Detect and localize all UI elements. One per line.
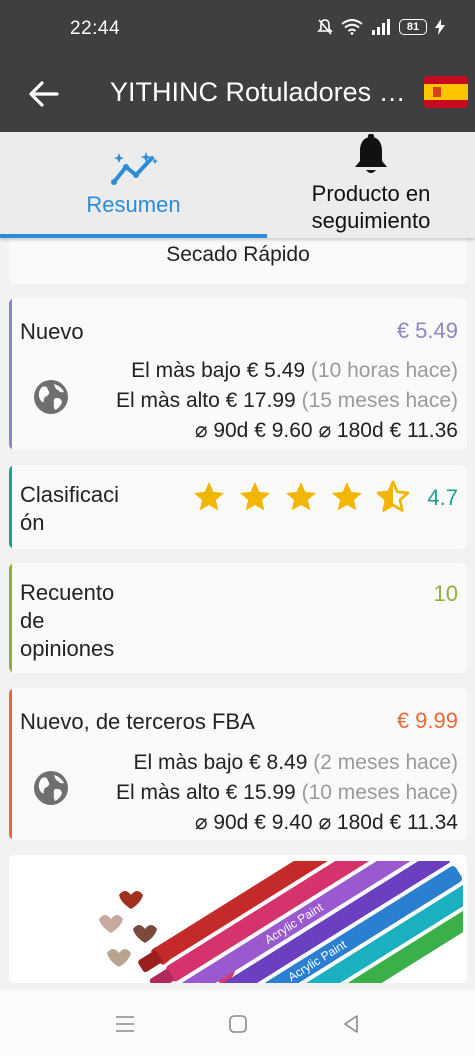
accent-bar [9,563,12,673]
back-button[interactable] [24,74,64,114]
star-half-icon [376,480,410,512]
price-type-label: Nuevo, de terceros FBA [20,709,255,734]
highest-when: (10 meses hace) [301,781,458,804]
avg90-label: ⌀ 90d [194,419,249,442]
tab-summary-label: Resumen [86,192,181,217]
tab-tracked-label: Producto en seguimiento [311,181,431,233]
price-stats: El màs bajo € 8.49 (2 meses hace) El màs… [116,748,458,838]
highest-price-row: El màs alto € 15.99 (10 meses hace) [116,778,458,808]
signal-icon [372,19,390,35]
average-price-row: ⌀ 90d € 9.40 ⌀ 180d € 11.34 [116,808,458,838]
lowest-label: El màs bajo [133,751,244,774]
system-nav-bar [0,990,475,1056]
avg180-value: € 11.36 [389,419,458,442]
review-count-label: Recuento de opiniones [20,580,115,661]
product-image-card[interactable]: Acrylic Paint Acrylic Paint [9,855,467,983]
lowest-when: (10 horas hace) [310,359,458,382]
globe-icon[interactable] [33,379,69,415]
tab-indicator [0,234,267,238]
star-icon [194,482,224,511]
lowest-label: El màs bajo [131,359,241,382]
avg90-label: ⌀ 90d [194,811,249,834]
avg180-label: ⌀ 180d [318,811,384,834]
lowest-price-row: El màs bajo € 5.49 (10 horas hace) [116,356,458,386]
accent-bar [9,465,12,549]
product-image[interactable]: Acrylic Paint Acrylic Paint [15,861,463,983]
current-price: € 5.49 [396,318,458,343]
review-count-value: 10 [433,581,458,606]
tab-bar: Resumen Producto en seguimiento [0,132,475,238]
price-stats: El màs bajo € 5.49 (10 horas hace) El mà… [116,356,458,446]
price-card-new[interactable]: Nuevo € 5.49 El màs bajo € 5.49 (10 hora… [9,298,467,450]
accent-bar [9,298,12,450]
tab-summary[interactable]: Resumen [0,132,267,238]
avg180-value: € 11.34 [389,811,458,834]
wifi-icon [341,19,363,35]
avg90-value: € 9.40 [254,811,313,834]
price-type-label: Nuevo [20,319,84,344]
app-bar: YITHINC Rotuladores d… [0,58,475,132]
menu-icon[interactable] [113,1012,137,1036]
lowest-price-row: El màs bajo € 8.49 (2 meses hace) [116,748,458,778]
status-bar: 22:44 81 [0,0,475,58]
lowest-value: € 8.49 [249,751,308,774]
lowest-when: (2 meses hace) [313,751,458,774]
arrow-left-icon [29,81,59,107]
avg90-value: € 9.60 [254,419,313,442]
feature-text: Secado Rápido [166,243,310,266]
globe-icon[interactable] [33,770,69,806]
mute-icon [317,19,333,35]
rating-label: Clasificaci ón [20,482,120,535]
spain-flag-icon[interactable] [424,76,468,108]
rating-stars [191,479,411,515]
highest-value: € 15.99 [225,781,296,804]
rating-value: 4.7 [427,485,458,510]
star-icon [286,482,316,511]
star-icon [240,482,270,511]
rating-card[interactable]: Clasificaci ón 4.7 [9,465,467,549]
back-nav-icon[interactable] [339,1012,363,1036]
price-card-fba[interactable]: Nuevo, de terceros FBA € 9.99 El màs baj… [9,688,467,840]
star-icon [332,482,362,511]
charging-icon [435,19,445,35]
highest-label: El màs alto [115,389,220,412]
highest-label: El màs alto [115,781,220,804]
highest-price-row: El màs alto € 17.99 (15 meses hace) [116,386,458,416]
status-time: 22:44 [70,18,121,39]
bell-icon [355,134,387,173]
review-count-card[interactable]: Recuento de opiniones 10 [9,563,467,673]
battery-icon: 81 [399,19,427,35]
product-title: YITHINC Rotuladores d… [110,77,410,107]
accent-bar [9,688,12,840]
home-icon[interactable] [226,1012,250,1036]
highest-when: (15 meses hace) [301,389,458,412]
status-icons: 81 [317,18,445,36]
avg180-label: ⌀ 180d [318,419,384,442]
tab-tracked-product[interactable]: Producto en seguimiento [267,132,475,238]
average-price-row: ⌀ 90d € 9.60 ⌀ 180d € 11.36 [116,416,458,446]
trend-sparkle-icon [110,152,158,185]
lowest-value: € 5.49 [246,359,306,382]
current-price: € 9.99 [396,708,458,733]
highest-value: € 17.99 [225,389,296,412]
